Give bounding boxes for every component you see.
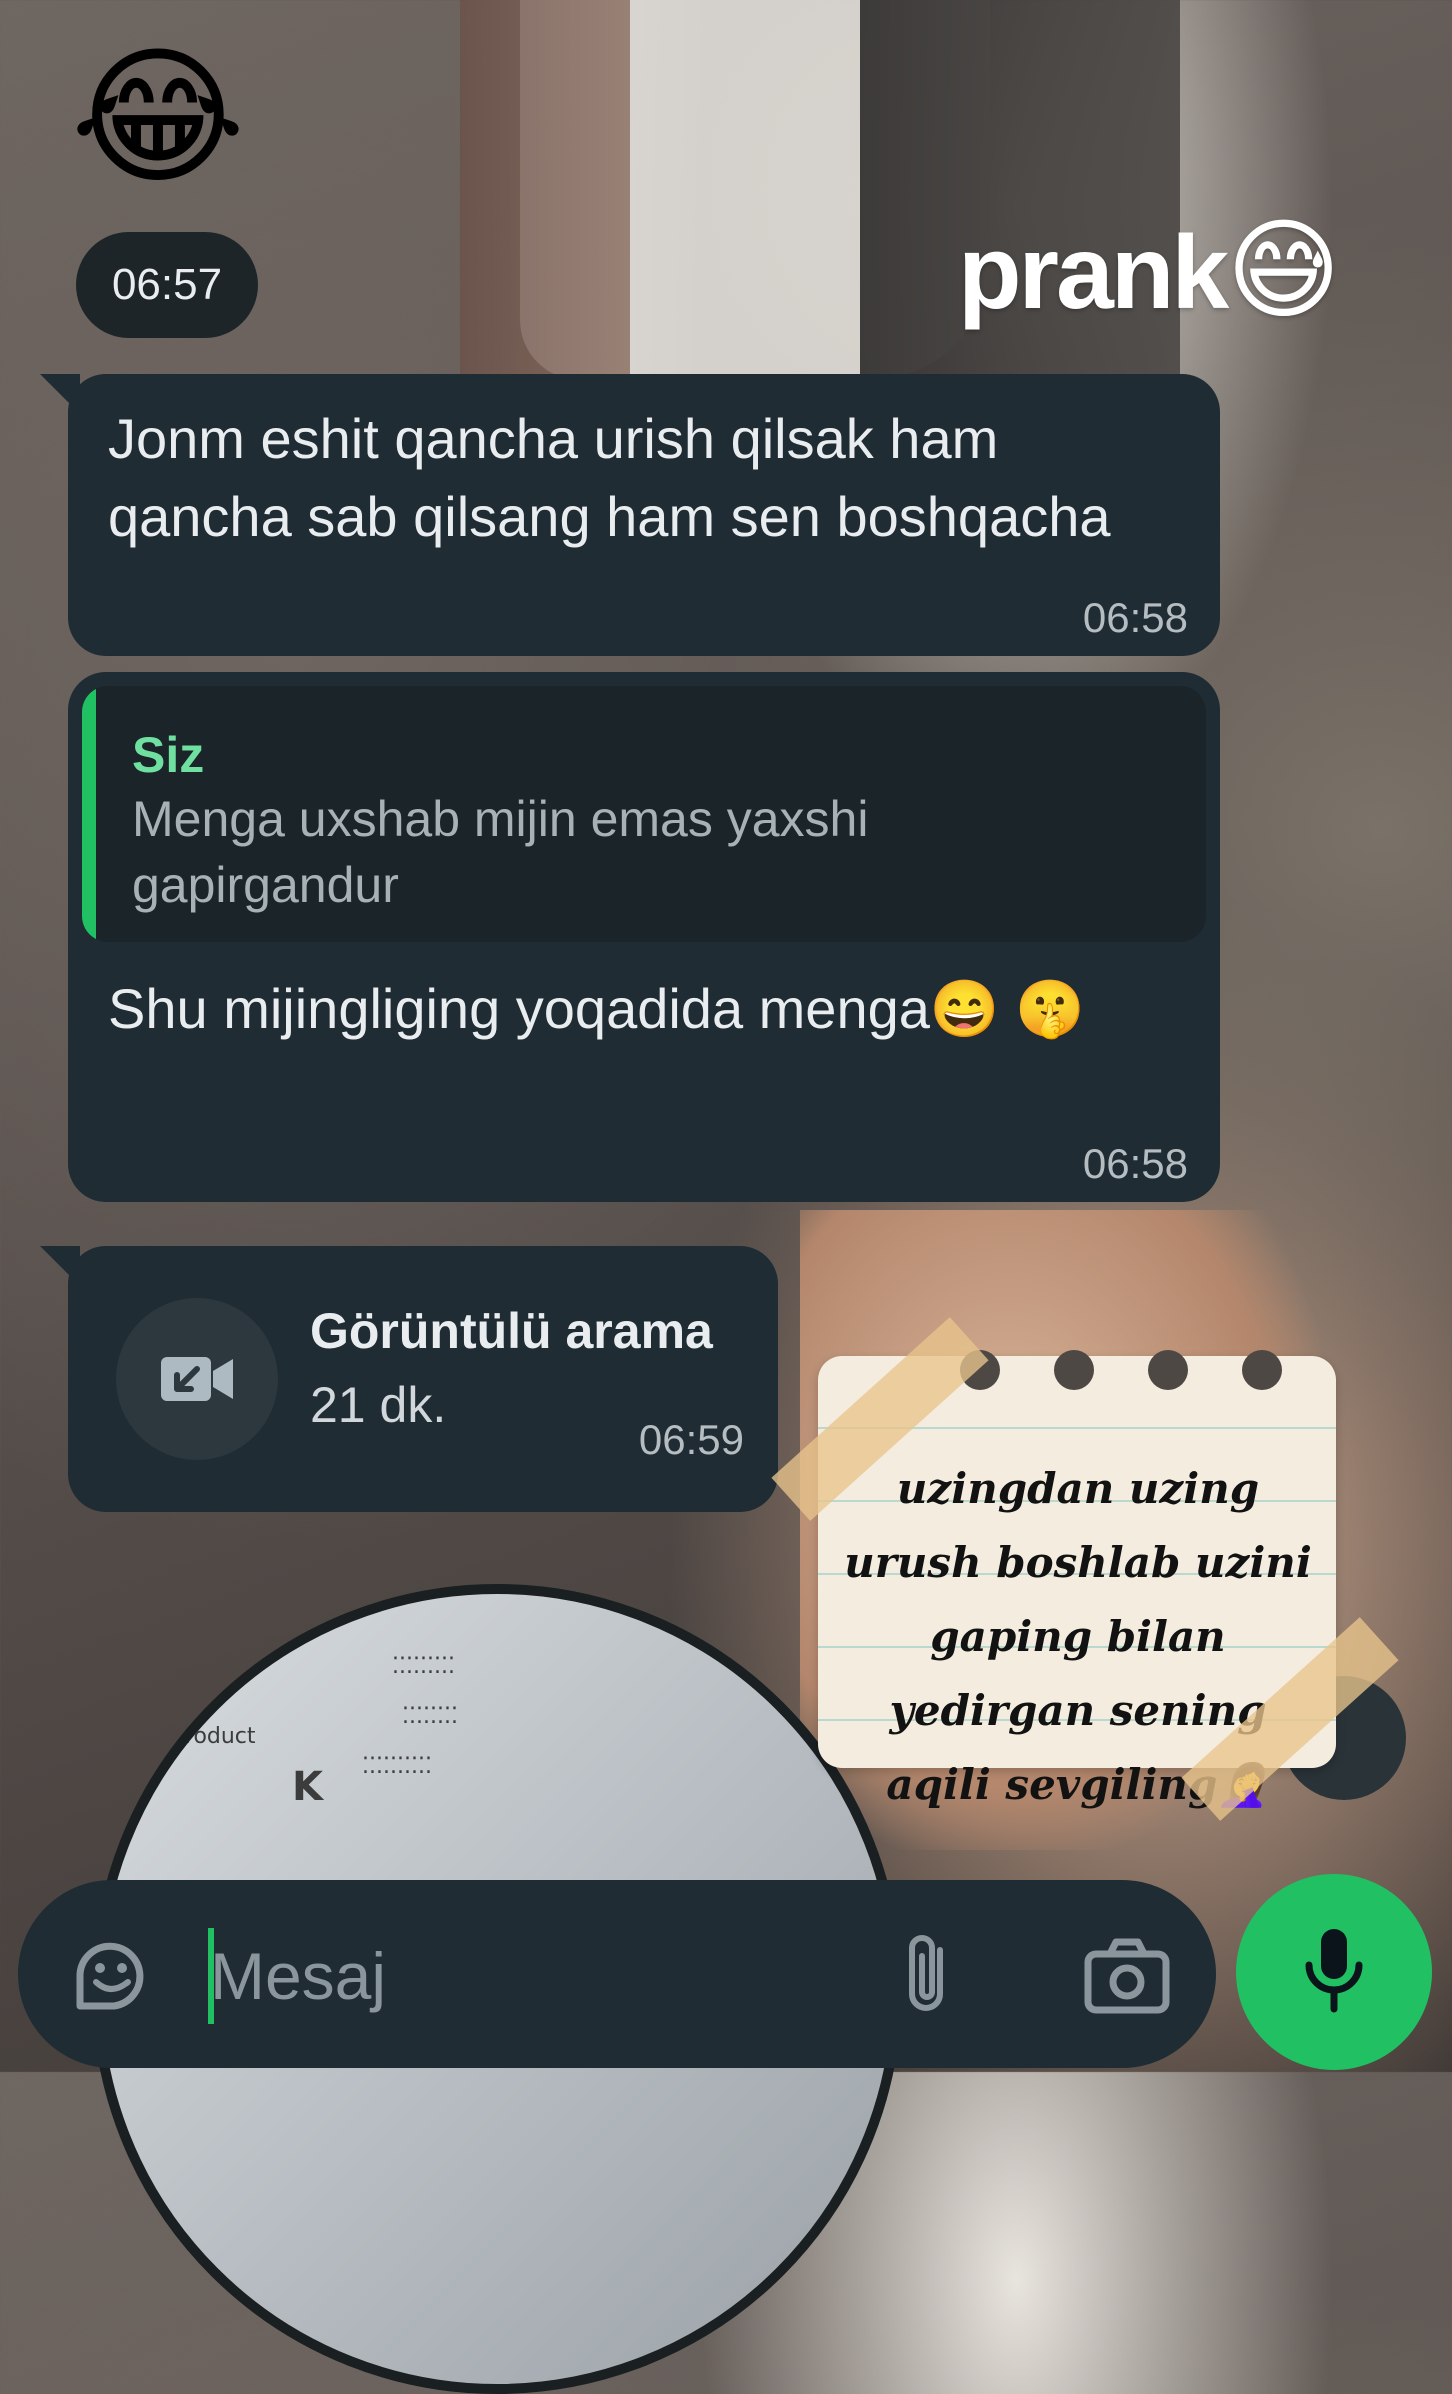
prank-text: prank (958, 215, 1229, 331)
background-arm (460, 0, 630, 380)
text-caret (208, 1928, 214, 2024)
quote-accent-bar (82, 686, 96, 942)
incoming-reply-message[interactable]: Siz Menga uxshab mijin emas yaxshi gapir… (68, 672, 1220, 1202)
tears-of-joy-emoji: 😂 (70, 31, 246, 205)
mic-icon (1299, 1925, 1369, 2020)
message-composer: Mesaj (18, 1880, 1216, 2068)
message-input[interactable]: Mesaj (210, 1938, 386, 2014)
note-hole (1054, 1350, 1094, 1390)
message-time: 06:58 (1082, 1140, 1188, 1187)
video-call-incoming-icon (116, 1298, 278, 1460)
photo-detail: ⁚⁚⁚⁚⁚⁚⁚⁚⁚⁚ (362, 1754, 432, 1779)
message-time: 06:58 (1082, 594, 1188, 641)
photo-detail: ⁚⁚⁚⁚⁚⁚⁚⁚⁚ (392, 1654, 455, 1679)
sweat-smile-emoji: 😅 (1226, 206, 1341, 334)
message-time: 06:59 (638, 1416, 744, 1463)
date-pill: 06:57 (76, 232, 258, 338)
call-title: Görüntülü arama (310, 1303, 713, 1359)
camera-icon[interactable] (1082, 1936, 1172, 2016)
note-hole (1148, 1350, 1188, 1390)
photo-detail: Product (172, 1724, 256, 1749)
prank-caption: prank😅 (958, 206, 1341, 334)
photo-detail: K (292, 1764, 323, 1810)
incoming-message[interactable]: Jonm eshit qancha urish qilsak ham qanch… (68, 374, 1220, 656)
sticker-icon[interactable] (70, 1934, 152, 2016)
call-duration: 21 dk. (310, 1377, 447, 1433)
video-call-message[interactable]: Görüntülü arama 21 dk. 06:59 (68, 1246, 778, 1512)
note-hole (1242, 1350, 1282, 1390)
voice-record-button[interactable] (1236, 1874, 1432, 2070)
message-text: Shu mijingliging yoqadida menga😄 🤫 (108, 977, 1085, 1040)
quoted-message[interactable]: Siz Menga uxshab mijin emas yaxshi gapir… (82, 686, 1206, 942)
attach-icon[interactable] (898, 1932, 958, 2018)
quote-author: Siz (132, 727, 205, 783)
message-text: Jonm eshit qancha urish qilsak ham qanch… (108, 407, 1111, 548)
photo-detail: ⁚⁚⁚⁚⁚⁚⁚⁚ (402, 1704, 458, 1729)
quote-text: Menga uxshab mijin emas yaxshi gapirgand… (132, 791, 869, 913)
